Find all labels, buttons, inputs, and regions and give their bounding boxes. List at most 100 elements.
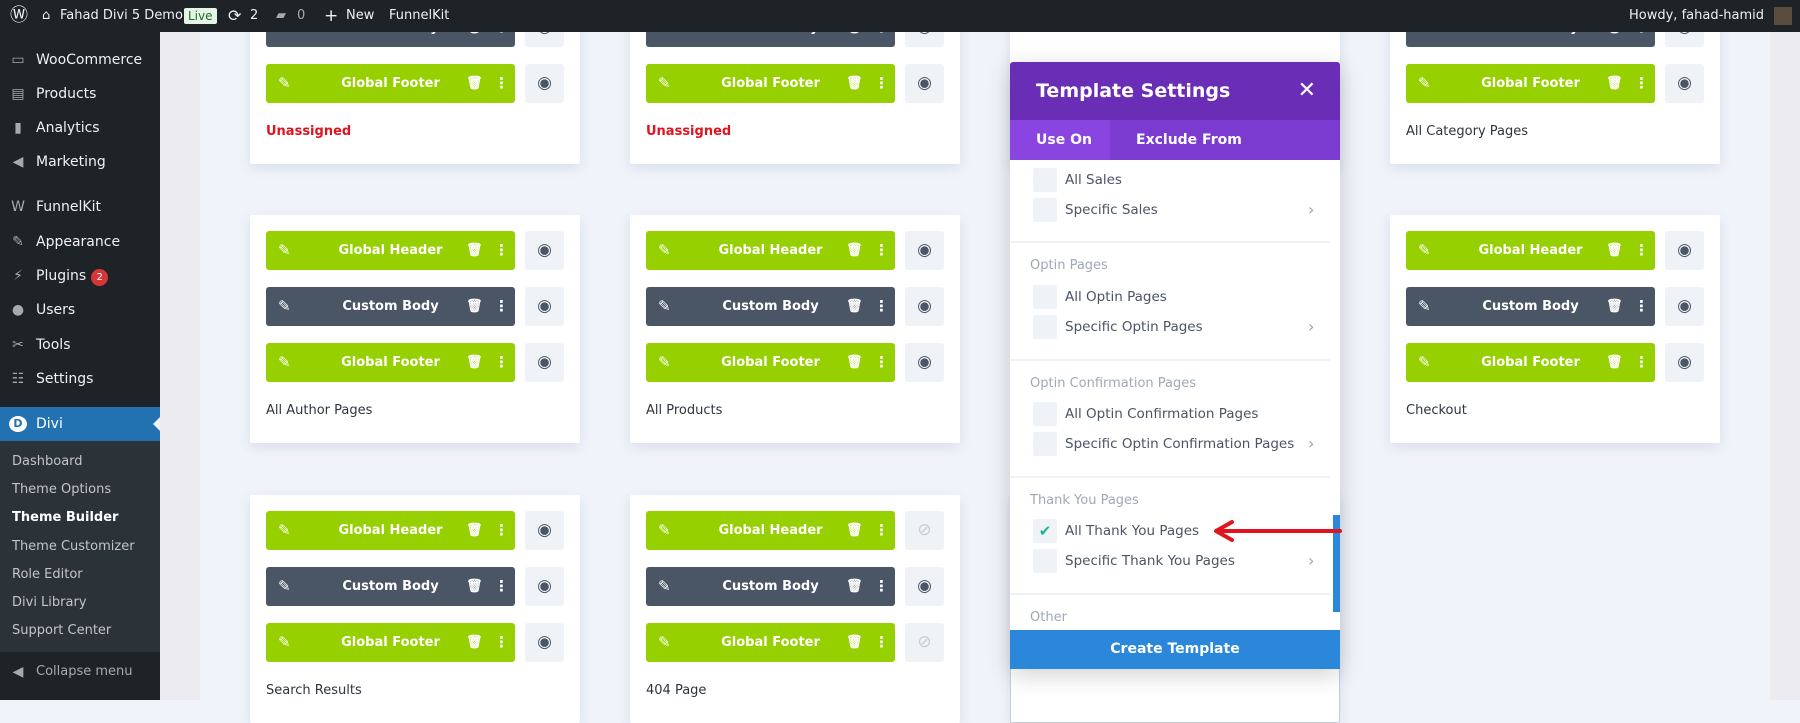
option-specific-sales[interactable]: Specific Sales › (1010, 197, 1340, 223)
collapse-menu-button[interactable]: ◀ Collapse menu (0, 655, 160, 689)
more-options-icon[interactable]: ⋮ (874, 64, 889, 103)
option-specific-thank-you-pages[interactable]: Specific Thank You Pages › (1010, 548, 1340, 574)
template-layout-global-header[interactable]: ✎ Global Header 🗑 ⋮ (266, 231, 515, 270)
sidebar-item-analytics[interactable]: ▮ Analytics (0, 111, 160, 145)
pencil-icon[interactable]: ✎ (1418, 287, 1431, 326)
template-layout-global-header[interactable]: ✎ Global Header 🗑 ⋮ (646, 231, 895, 270)
trash-icon[interactable]: 🗑 (1606, 64, 1623, 103)
trash-icon[interactable]: 🗑 (1606, 287, 1623, 326)
new-link[interactable]: New (346, 0, 374, 32)
more-options-icon[interactable]: ⋮ (494, 231, 509, 270)
template-layout-global-footer[interactable]: ✎ Global Footer 🗑 ⋮ (266, 343, 515, 382)
eye-icon[interactable]: ◉ (1665, 287, 1704, 326)
more-options-icon[interactable]: ⋮ (494, 343, 509, 382)
eye-icon[interactable]: ◉ (525, 343, 564, 382)
eye-icon[interactable]: ◉ (905, 343, 944, 382)
eye-icon[interactable]: ◉ (525, 567, 564, 606)
pencil-icon[interactable]: ✎ (658, 287, 671, 326)
eye-icon[interactable]: ◉ (525, 623, 564, 662)
eye-icon[interactable]: ◉ (1665, 64, 1704, 103)
more-options-icon[interactable]: ⋮ (1634, 287, 1649, 326)
wordpress-logo-icon[interactable]: Ⓦ (10, 0, 28, 32)
chevron-right-icon[interactable]: › (1308, 431, 1314, 457)
option-specific-optin-pages[interactable]: Specific Optin Pages › (1010, 314, 1340, 340)
eye-off-icon[interactable]: ⊘ (905, 623, 944, 662)
checkbox[interactable] (1033, 168, 1057, 192)
more-options-icon[interactable]: ⋮ (874, 343, 889, 382)
pencil-icon[interactable]: ✎ (278, 343, 291, 382)
pencil-icon[interactable]: ✎ (1418, 231, 1431, 270)
checkbox[interactable] (1033, 432, 1057, 456)
more-options-icon[interactable]: ⋮ (494, 511, 509, 550)
more-options-icon[interactable]: ⋮ (1634, 64, 1649, 103)
pencil-icon[interactable]: ✎ (278, 287, 291, 326)
pencil-icon[interactable]: ✎ (278, 511, 291, 550)
template-layout-global-footer[interactable]: ✎ Global Footer 🗑 ⋮ (1406, 343, 1655, 382)
submenu-item-support-center[interactable]: Support Center (12, 620, 111, 642)
more-options-icon[interactable]: ⋮ (494, 623, 509, 662)
pencil-icon[interactable]: ✎ (278, 231, 291, 270)
checkbox[interactable] (1033, 198, 1057, 222)
tab-exclude-from[interactable]: Exclude From (1136, 120, 1242, 160)
pencil-icon[interactable]: ✎ (658, 231, 671, 270)
sidebar-item-plugins[interactable]: ⚡ Plugins 2 (0, 259, 160, 293)
trash-icon[interactable]: 🗑 (846, 64, 863, 103)
pencil-icon[interactable]: ✎ (278, 567, 291, 606)
more-options-icon[interactable]: ⋮ (874, 287, 889, 326)
checkbox[interactable] (1033, 315, 1057, 339)
eye-icon[interactable]: ◉ (905, 567, 944, 606)
plus-icon[interactable]: + (324, 0, 338, 32)
more-options-icon[interactable]: ⋮ (494, 287, 509, 326)
trash-icon[interactable]: 🗑 (466, 511, 483, 550)
eye-icon[interactable]: ◉ (525, 287, 564, 326)
option-all-optin-pages[interactable]: All Optin Pages (1010, 284, 1340, 310)
submenu-item-theme-options[interactable]: Theme Options (12, 479, 111, 501)
trash-icon[interactable]: 🗑 (1606, 231, 1623, 270)
sidebar-item-woocommerce[interactable]: ▭ WooCommerce (0, 43, 160, 77)
updates-icon[interactable]: ⟳ (228, 0, 241, 32)
close-icon[interactable]: ✕ (1298, 62, 1316, 120)
template-layout-global-footer[interactable]: ✎ Global Footer 🗑 ⋮ (646, 623, 895, 662)
sidebar-item-appearance[interactable]: ✎ Appearance (0, 225, 160, 259)
sidebar-item-settings[interactable]: ☷ Settings (0, 362, 160, 396)
template-layout-global-footer[interactable]: ✎ Global Footer 🗑 ⋮ (646, 64, 895, 103)
trash-icon[interactable]: 🗑 (846, 231, 863, 270)
submenu-item-divi-library[interactable]: Divi Library (12, 592, 87, 614)
trash-icon[interactable]: 🗑 (466, 64, 483, 103)
trash-icon[interactable]: 🗑 (846, 343, 863, 382)
sidebar-item-divi[interactable]: D Divi (0, 407, 160, 441)
pencil-icon[interactable]: ✎ (658, 623, 671, 662)
funnelkit-link[interactable]: FunnelKit (389, 0, 449, 32)
checkbox[interactable] (1033, 549, 1057, 573)
tab-use-on[interactable]: Use On (1010, 120, 1110, 160)
more-options-icon[interactable]: ⋮ (874, 511, 889, 550)
eye-icon[interactable]: ◉ (525, 231, 564, 270)
option-all-optin-confirmation-pages[interactable]: All Optin Confirmation Pages (1010, 401, 1340, 427)
sidebar-item-marketing[interactable]: ◀ Marketing (0, 145, 160, 179)
chevron-right-icon[interactable]: › (1308, 548, 1314, 574)
more-options-icon[interactable]: ⋮ (494, 64, 509, 103)
pencil-icon[interactable]: ✎ (658, 64, 671, 103)
checkbox-checked[interactable]: ✔ (1033, 519, 1057, 543)
eye-icon[interactable]: ◉ (1665, 231, 1704, 270)
sidebar-item-users[interactable]: ● Users (0, 293, 160, 327)
pencil-icon[interactable]: ✎ (1418, 343, 1431, 382)
home-icon[interactable]: ⌂ (42, 0, 50, 32)
site-name-link[interactable]: Fahad Divi 5 Demo (60, 0, 183, 32)
submenu-item-role-editor[interactable]: Role Editor (12, 564, 83, 586)
more-options-icon[interactable]: ⋮ (1634, 231, 1649, 270)
avatar[interactable] (1774, 7, 1792, 25)
more-options-icon[interactable]: ⋮ (1634, 343, 1649, 382)
template-layout-global-footer[interactable]: ✎ Global Footer 🗑 ⋮ (646, 343, 895, 382)
checkbox[interactable] (1033, 285, 1057, 309)
chevron-right-icon[interactable]: › (1308, 314, 1314, 340)
template-layout-custom-body[interactable]: ✎ Custom Body 🗑 ⋮ (646, 287, 895, 326)
trash-icon[interactable]: 🗑 (846, 287, 863, 326)
trash-icon[interactable]: 🗑 (846, 567, 863, 606)
more-options-icon[interactable]: ⋮ (494, 567, 509, 606)
eye-icon[interactable]: ◉ (525, 511, 564, 550)
trash-icon[interactable]: 🗑 (466, 343, 483, 382)
more-options-icon[interactable]: ⋮ (874, 231, 889, 270)
submenu-item-theme-customizer[interactable]: Theme Customizer (12, 536, 135, 558)
template-layout-global-header[interactable]: ✎ Global Header 🗑 ⋮ (646, 511, 895, 550)
